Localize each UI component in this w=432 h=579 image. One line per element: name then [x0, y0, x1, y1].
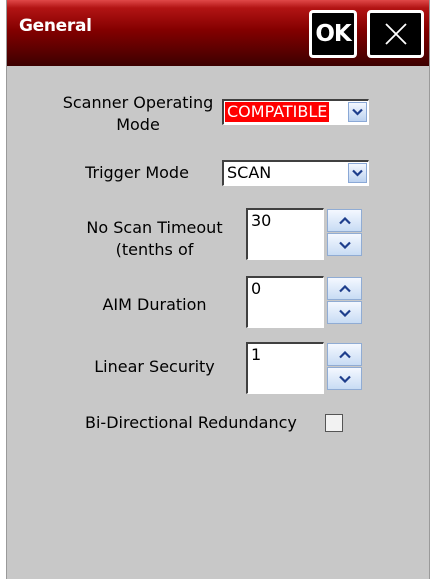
aim-duration-decrement-button[interactable]: [327, 301, 362, 324]
chevron-up-icon: [338, 350, 351, 358]
scanner-operating-mode-label: Scanner Operating Mode: [52, 92, 224, 136]
linear-security-label: Linear Security: [94, 357, 215, 376]
chevron-down-icon: [352, 169, 363, 177]
aim-duration-label: AIM Duration: [102, 295, 207, 314]
title-bar: General OK: [7, 0, 429, 66]
settings-window: General OK Scanner Operating Mode COMPAT…: [6, 0, 430, 579]
aim-duration-value: 0: [251, 279, 262, 298]
no-scan-timeout-increment-button[interactable]: [327, 209, 362, 232]
aim-duration-increment-button[interactable]: [327, 277, 362, 300]
chevron-down-icon: [338, 375, 351, 383]
linear-security-value: 1: [251, 345, 262, 364]
close-button[interactable]: [367, 10, 424, 58]
trigger-mode-dropdown-button[interactable]: [348, 163, 367, 183]
scanner-operating-mode-dropdown-button[interactable]: [348, 102, 367, 122]
no-scan-timeout-label-line2: (tenths of: [115, 240, 194, 259]
no-scan-timeout-decrement-button[interactable]: [327, 233, 362, 256]
ok-button[interactable]: OK: [309, 10, 357, 58]
chevron-down-icon: [352, 108, 363, 116]
chevron-up-icon: [338, 284, 351, 292]
no-scan-timeout-label: No Scan Timeout (tenths of: [67, 217, 242, 261]
no-scan-timeout-value: 30: [251, 211, 272, 230]
chevron-down-icon: [338, 309, 351, 317]
scanner-operating-mode-value: COMPATIBLE: [225, 102, 330, 122]
linear-security-increment-button[interactable]: [327, 343, 362, 366]
chevron-up-icon: [338, 216, 351, 224]
scanner-operating-mode-label-line1: Scanner Operating: [62, 93, 214, 112]
aim-duration-input[interactable]: 0: [246, 276, 324, 328]
linear-security-decrement-button[interactable]: [327, 367, 362, 390]
linear-security-input[interactable]: 1: [246, 342, 324, 394]
bi-directional-redundancy-label: Bi-Directional Redundancy: [85, 413, 297, 432]
scanner-operating-mode-select[interactable]: COMPATIBLE: [222, 99, 369, 125]
trigger-mode-value: SCAN: [227, 163, 272, 182]
trigger-mode-label: Trigger Mode: [85, 163, 189, 182]
no-scan-timeout-input[interactable]: 30: [246, 208, 324, 260]
chevron-down-icon: [338, 241, 351, 249]
scanner-operating-mode-label-line2: Mode: [116, 115, 160, 134]
close-icon: [384, 23, 407, 45]
trigger-mode-select[interactable]: SCAN: [222, 160, 369, 186]
no-scan-timeout-label-line1: No Scan Timeout: [86, 218, 223, 237]
window-title: General: [19, 16, 92, 36]
bi-directional-redundancy-checkbox[interactable]: [325, 414, 343, 432]
